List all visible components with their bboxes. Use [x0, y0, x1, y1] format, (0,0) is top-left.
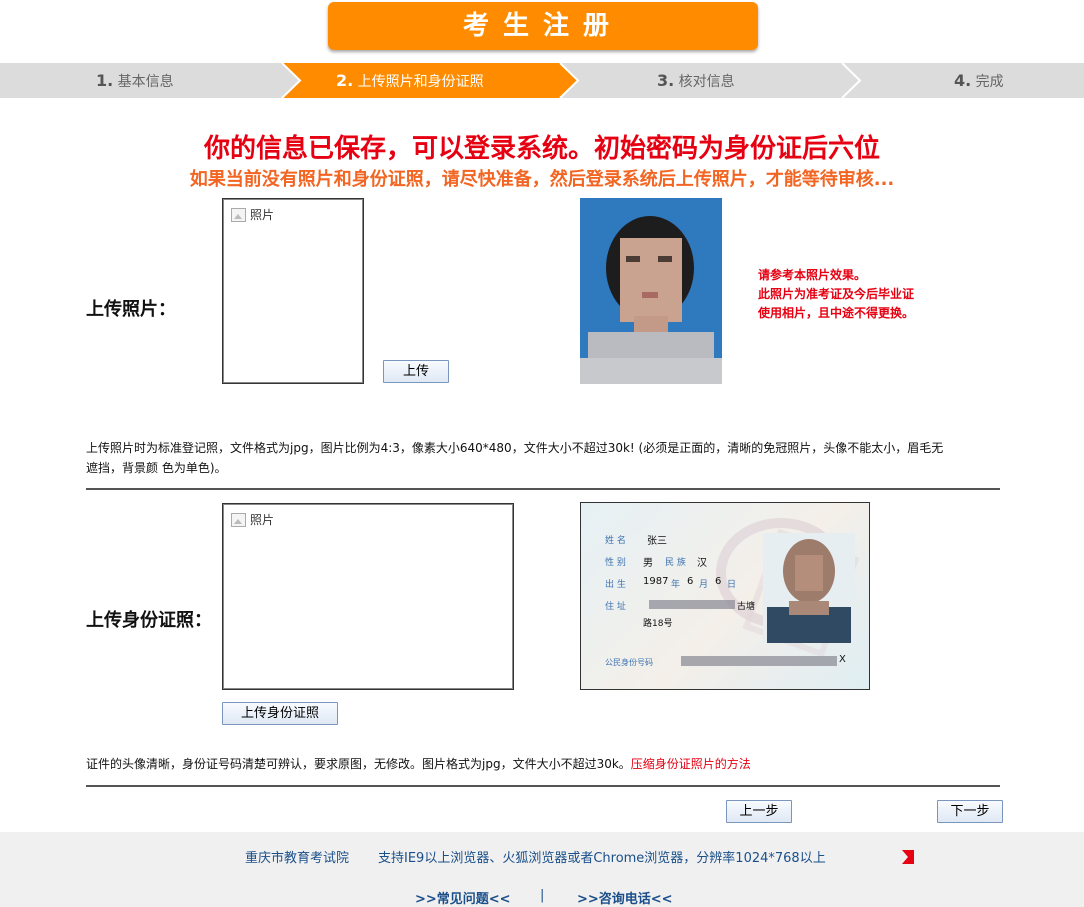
- footer-browser-note: 支持IE9以上浏览器、火狐浏览器或者Chrome浏览器，分辨率1024*768以…: [378, 851, 826, 866]
- card-ethnic: 汉: [697, 558, 707, 569]
- sample-note-line-1: 请参考本照片效果。: [758, 268, 867, 282]
- card-ethnic-label: 民 族: [665, 558, 686, 568]
- sample-note-line-3: 使用相片，且中途不得更换。: [758, 306, 915, 320]
- card-year-unit: 年: [671, 580, 681, 590]
- photo-upload-label: 上传照片：: [86, 299, 176, 320]
- card-month-unit: 月: [699, 580, 709, 590]
- card-id-label: 公民身份号码: [605, 658, 653, 667]
- red-marker-icon: [902, 850, 914, 864]
- sample-id-card: 姓 名 张三 性 别 男 民 族 汉 出 生 1987 年 6 月 6 日 住 …: [580, 502, 870, 690]
- card-birth-month: 6: [687, 576, 694, 587]
- upload-id-button[interactable]: 上传身份证照: [222, 702, 338, 725]
- id-requirements: 证件的头像清晰，身份证号码清楚可辨认，要求原图，无修改。图片格式为jpg，文件大…: [86, 754, 986, 774]
- contact-phone-link[interactable]: >>咨询电话<<: [577, 888, 673, 907]
- card-day-unit: 日: [727, 580, 737, 590]
- footer-separator: |: [540, 888, 545, 903]
- section-divider-2: [86, 785, 1000, 787]
- faq-link[interactable]: >>常见问题<<: [415, 888, 511, 907]
- step-4-num: 4.: [954, 71, 972, 90]
- upload-photo-button[interactable]: 上传: [383, 360, 449, 383]
- step-2: 2. 上传照片和身份证照: [336, 63, 484, 98]
- next-step-button[interactable]: 下一步: [937, 800, 1003, 823]
- footer: 重庆市教育考试院 支持IE9以上浏览器、火狐浏览器或者Chrome浏览器，分辨率…: [0, 832, 1084, 907]
- card-name: 张三: [647, 536, 667, 547]
- step-4-label: 完成: [975, 74, 1004, 90]
- step-1-num: 1.: [96, 71, 114, 90]
- saved-message: 你的信息已保存，可以登录系统。初始密码为身份证后六位: [203, 134, 880, 164]
- card-id-tail: X: [839, 654, 846, 665]
- prev-step-button[interactable]: 上一步: [726, 800, 792, 823]
- card-name-label: 姓 名: [605, 536, 626, 546]
- broken-image-icon: [231, 207, 246, 222]
- photo-requirements: 上传照片时为标准登记照，文件格式为jpg，图片比例为4:3，像素大小640*48…: [86, 441, 944, 475]
- card-birth-day: 6: [715, 576, 722, 587]
- step-1-label: 基本信息: [117, 74, 174, 90]
- step-3-label: 核对信息: [678, 74, 735, 90]
- card-sex: 男: [643, 558, 653, 569]
- id-upload-label: 上传身份证照：: [86, 610, 212, 631]
- card-address-line-2: 路18号: [643, 619, 673, 629]
- card-address-tail: 古塘: [737, 602, 756, 612]
- step-3: 3. 核对信息: [657, 63, 735, 98]
- sample-note-line-2: 此照片为准考证及今后毕业证: [758, 287, 915, 301]
- step-3-num: 3.: [657, 71, 675, 90]
- photo-preview: 照片: [222, 198, 364, 384]
- section-divider-1: [86, 488, 1000, 490]
- step-4: 4. 完成: [954, 63, 1004, 98]
- card-birth-label: 出 生: [605, 580, 626, 590]
- footer-org: 重庆市教育考试院: [245, 851, 350, 866]
- compress-id-photo-link[interactable]: 压缩身份证照片的方法: [631, 757, 751, 771]
- step-2-num: 2.: [336, 71, 354, 90]
- step-1: 1. 基本信息: [96, 63, 174, 98]
- photo-alt-text: 照片: [250, 208, 275, 222]
- card-birth-year: 1987: [643, 576, 669, 587]
- sample-note: 请参考本照片效果。 此照片为准考证及今后毕业证 使用相片，且中途不得更换。: [758, 266, 958, 323]
- photo-placeholder: 照片: [231, 206, 274, 223]
- step-progress: 1. 基本信息 2. 上传照片和身份证照 3. 核对信息 4. 完成: [0, 63, 1084, 98]
- prepare-message: 如果当前没有照片和身份证照，请尽快准备，然后登录系统后上传照片，才能等待审核..…: [189, 169, 895, 190]
- broken-image-icon: [231, 512, 246, 527]
- id-preview: 照片: [222, 503, 514, 690]
- card-address-label: 住 址: [605, 602, 626, 612]
- sample-photo: [580, 198, 722, 384]
- page-title: 考生注册: [328, 2, 758, 50]
- id-alt-text: 照片: [250, 513, 275, 527]
- card-sex-label: 性 别: [605, 558, 626, 568]
- id-placeholder: 照片: [231, 511, 274, 528]
- step-2-label: 上传照片和身份证照: [357, 74, 484, 90]
- id-requirements-text: 证件的头像清晰，身份证号码清楚可辨认，要求原图，无修改。图片格式为jpg，文件大…: [86, 757, 631, 771]
- sample-portrait-image: [580, 198, 722, 384]
